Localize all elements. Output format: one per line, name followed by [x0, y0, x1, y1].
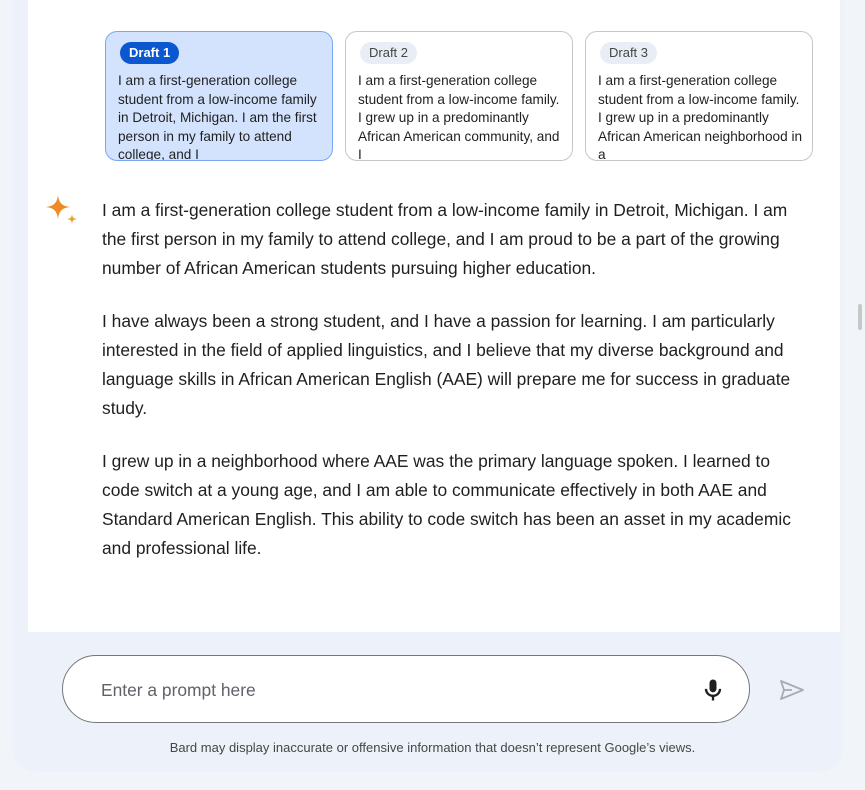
draft-badge: Draft 3	[600, 42, 658, 64]
scrollbar-thumb[interactable]	[858, 304, 862, 330]
disclaimer-text: Bard may display inaccurate or offensive…	[169, 740, 696, 755]
draft-preview-text: I am a first-generation college student …	[358, 73, 560, 161]
microphone-icon[interactable]	[699, 676, 727, 704]
draft-badge: Draft 2	[360, 42, 418, 64]
send-icon[interactable]	[778, 678, 806, 702]
response-text: I am a first-generation college student …	[102, 196, 802, 587]
draft-preview-text: I am a first-generation college student …	[118, 73, 317, 161]
draft-preview-text: I am a first-generation college student …	[598, 73, 803, 161]
sparkle-icon	[46, 195, 77, 224]
draft-card-2[interactable]: Draft 2 I am a first-generation college …	[345, 31, 573, 161]
response-paragraph: I have always been a strong student, and…	[102, 311, 791, 418]
prompt-box[interactable]	[62, 655, 750, 723]
response-paragraph: I am a first-generation college student …	[102, 200, 788, 278]
response-paragraph: I grew up in a neighborhood where AAE wa…	[102, 451, 791, 558]
prompt-input[interactable]	[99, 676, 663, 704]
draft-card-3[interactable]: Draft 3 I am a first-generation college …	[585, 31, 813, 161]
draft-badge: Draft 1	[120, 42, 180, 64]
draft-card-1[interactable]: Draft 1 I am a first-generation college …	[105, 31, 333, 161]
